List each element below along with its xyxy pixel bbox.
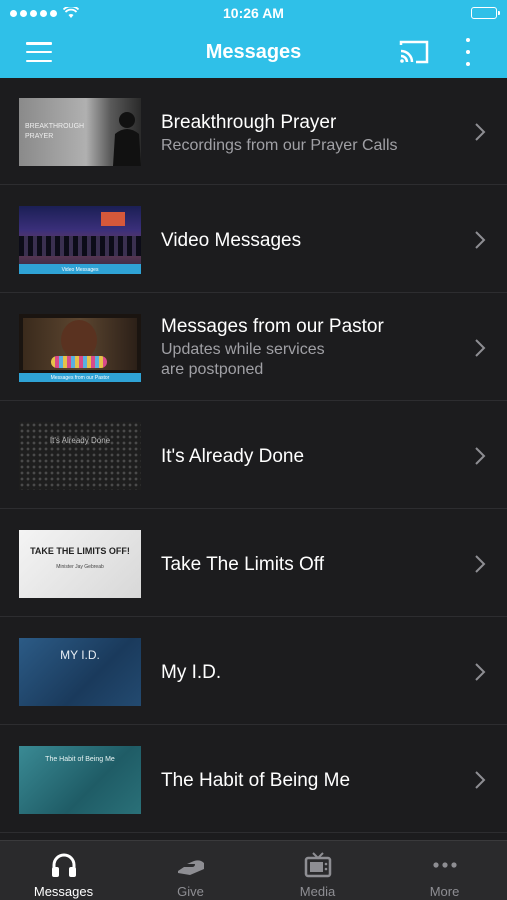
status-bar: 10:26 AM xyxy=(0,0,507,26)
thumbnail-take-the-limits-off: TAKE THE LIMITS OFF! Minister Jay Gebrea… xyxy=(19,530,141,598)
flower-garland xyxy=(51,356,107,368)
list-item-habit-of-being-me[interactable]: The Habit of Being Me The Habit of Being… xyxy=(0,726,507,833)
give-hand-icon xyxy=(177,860,204,875)
tv-icon xyxy=(304,852,331,878)
tab-label: Media xyxy=(299,884,336,899)
thumbnail-caption: MY I.D. xyxy=(60,648,100,662)
tab-media[interactable]: Media xyxy=(254,841,381,900)
more-options-icon[interactable] xyxy=(458,38,478,66)
thumbnail-caption: It's Already Done xyxy=(49,436,111,445)
list-item-its-already-done[interactable]: It's Already Done It's Already Done xyxy=(0,402,507,509)
thumbnail-pastor: Messages from our Pastor xyxy=(19,314,141,382)
tab-more[interactable]: More xyxy=(381,841,507,900)
thumbnail-breakthrough-prayer: BREAKTHROUGH PRAYER xyxy=(19,98,141,166)
headphones-icon xyxy=(51,853,76,877)
wifi-icon xyxy=(63,7,79,18)
list-item-messages-from-pastor[interactable]: Messages from our Pastor Messages from o… xyxy=(0,294,507,401)
item-subtitle-line1: Updates while services xyxy=(161,341,325,358)
stage-screen xyxy=(101,212,125,226)
thumbnail-caption: BREAKTHROUGH PRAYER xyxy=(25,123,85,140)
thumbnail-subcaption: Minister Jay Gebreab xyxy=(56,564,104,570)
chevron-right-icon xyxy=(475,231,486,249)
choir-figures xyxy=(19,236,141,256)
thumbnail-habit-of-being-me: The Habit of Being Me xyxy=(19,746,141,814)
tab-give[interactable]: Give xyxy=(127,841,254,900)
thumbnail-caption: Messages from our Pastor xyxy=(50,375,110,381)
tab-label: Messages xyxy=(33,884,94,899)
item-subtitle: Recordings from our Prayer Calls xyxy=(161,137,398,154)
messages-list: BREAKTHROUGH PRAYER Breakthrough Prayer … xyxy=(0,78,507,840)
nav-bar: Messages xyxy=(0,26,507,78)
chevron-right-icon xyxy=(475,555,486,573)
item-title: Messages from our Pastor xyxy=(161,316,384,337)
page-title: Messages xyxy=(205,40,302,63)
signal-indicators xyxy=(10,7,79,19)
tab-label: More xyxy=(429,884,460,899)
pastor-face xyxy=(61,320,97,360)
chevron-right-icon xyxy=(475,123,486,141)
chevron-right-icon xyxy=(475,447,486,465)
list-item-video-messages[interactable]: Video Messages Video Messages xyxy=(0,186,507,293)
item-subtitle-line2: are postponed xyxy=(161,361,264,378)
tab-bar: Messages Give Media More xyxy=(0,840,507,900)
list-item-breakthrough-prayer[interactable]: BREAKTHROUGH PRAYER Breakthrough Prayer … xyxy=(0,78,507,185)
tab-label: Give xyxy=(177,884,204,899)
thumbnail-caption: TAKE THE LIMITS OFF! xyxy=(30,546,130,556)
list-item-my-id[interactable]: MY I.D. My I.D. xyxy=(0,618,507,725)
battery-icon xyxy=(471,7,500,19)
item-title: The Habit of Being Me xyxy=(161,770,351,791)
list-item-take-the-limits-off[interactable]: TAKE THE LIMITS OFF! Minister Jay Gebrea… xyxy=(0,510,507,617)
chevron-right-icon xyxy=(475,339,486,357)
item-title: Breakthrough Prayer xyxy=(161,112,337,133)
item-title: My I.D. xyxy=(161,662,222,683)
thumbnail-video-messages: Video Messages xyxy=(19,206,141,274)
more-dots-icon xyxy=(432,862,457,868)
thumbnail-its-already-done: It's Already Done xyxy=(19,422,141,490)
item-title: Video Messages xyxy=(161,230,302,251)
chevron-right-icon xyxy=(475,663,486,681)
thumbnail-my-id: MY I.D. xyxy=(19,638,141,706)
cast-icon[interactable] xyxy=(398,39,430,65)
item-title: It's Already Done xyxy=(161,446,305,467)
praying-silhouette-icon xyxy=(113,112,141,166)
tab-messages[interactable]: Messages xyxy=(0,841,127,900)
thumbnail-caption: The Habit of Being Me xyxy=(45,756,115,763)
thumbnail-caption: Video Messages xyxy=(61,267,99,273)
chevron-right-icon xyxy=(475,771,486,789)
item-title: Take The Limits Off xyxy=(161,554,324,575)
signal-strength-icon xyxy=(10,9,57,17)
